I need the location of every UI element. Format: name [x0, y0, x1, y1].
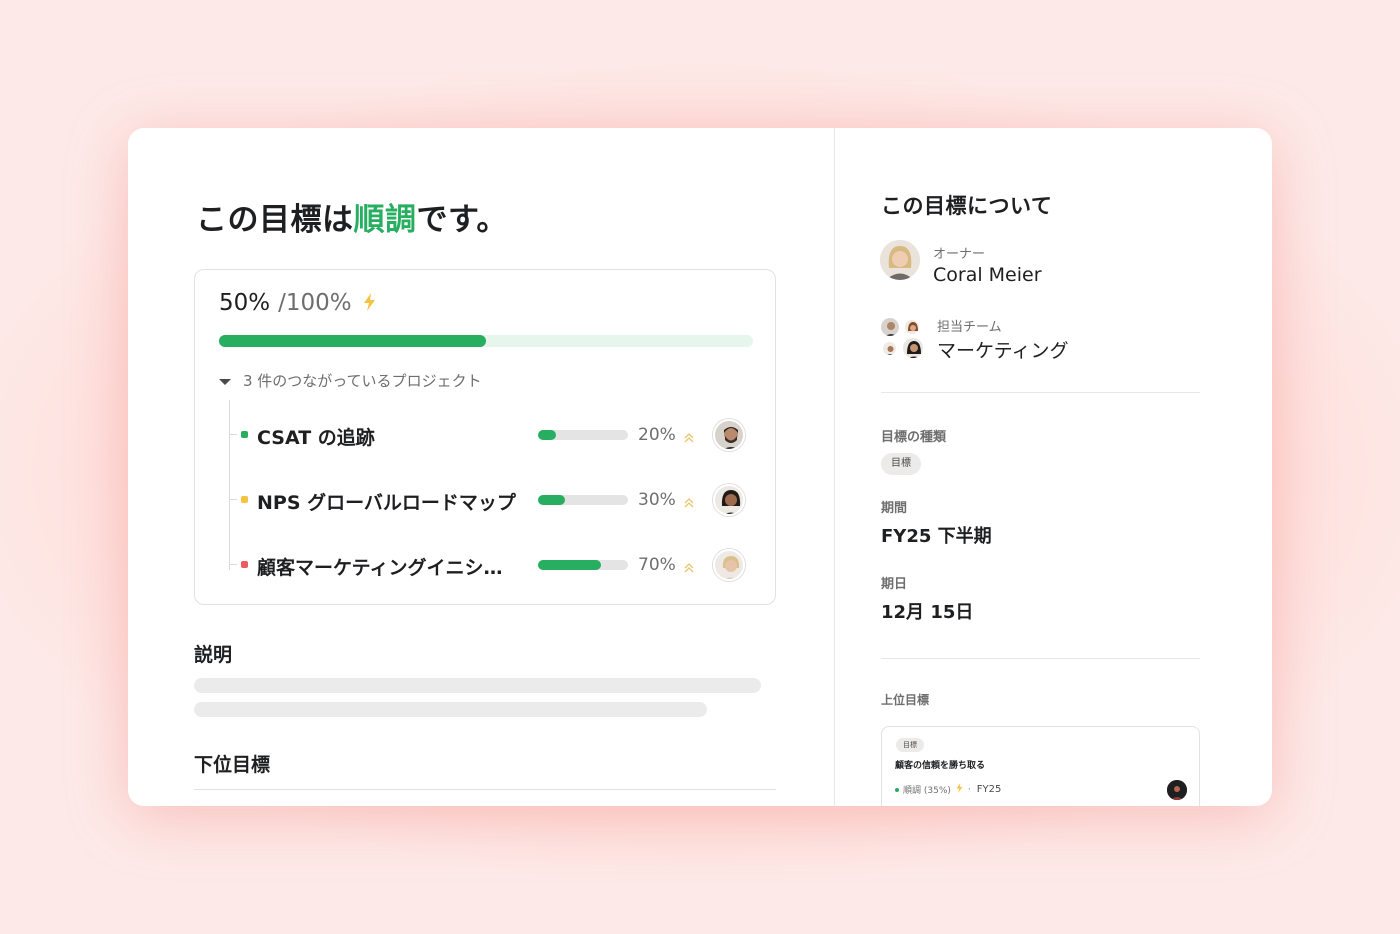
- avatar[interactable]: [713, 484, 745, 516]
- team-avatars[interactable]: [880, 317, 924, 359]
- project-percent: 30%: [638, 490, 676, 510]
- goal-progress-bar: [219, 335, 753, 347]
- project-progress-fill: [538, 560, 601, 570]
- status-dot: [895, 787, 899, 792]
- progress-total: /100%: [278, 290, 352, 316]
- connected-projects-toggle[interactable]: 3 件のつながっているプロジェクト: [219, 370, 482, 391]
- goal-type-chip[interactable]: 目標: [881, 453, 921, 475]
- project-progress-fill: [538, 430, 556, 440]
- lightning-bolt-icon: [956, 783, 963, 796]
- project-name[interactable]: NPS グローバルロードマップ: [257, 488, 516, 515]
- meta-separator: ·: [967, 784, 971, 795]
- sidebar-divider: [881, 392, 1200, 393]
- headline-prefix: この目標は: [196, 202, 354, 238]
- status-dot: [241, 431, 248, 438]
- project-percent: 70%: [638, 555, 676, 575]
- team-name[interactable]: マーケティング: [937, 336, 1068, 363]
- period-value[interactable]: FY25 下半期: [881, 522, 992, 548]
- description-placeholder-line: [194, 678, 761, 693]
- parent-goal-status: 順調 (35%): [903, 786, 951, 796]
- period-label: 期間: [881, 501, 908, 516]
- chevron-up-icon: [684, 428, 694, 447]
- subgoals-heading: 下位目標: [194, 754, 271, 776]
- due-date-label: 期日: [881, 577, 908, 592]
- project-percent: 20%: [638, 425, 676, 445]
- status-dot: [241, 561, 248, 568]
- team-label: 担当チーム: [937, 320, 1002, 335]
- goal-type-label: 目標の種類: [881, 430, 947, 445]
- tree-branch: [229, 499, 237, 500]
- about-heading: この目標について: [881, 194, 1053, 218]
- status-dot: [241, 496, 248, 503]
- subgoals-divider: [194, 789, 776, 790]
- avatar[interactable]: [713, 419, 745, 451]
- page-title: この目標は順調です。: [196, 194, 508, 239]
- project-row[interactable]: CSAT の追跡 20%: [195, 415, 777, 455]
- progress-current: 50%: [219, 290, 271, 316]
- description-placeholder-line: [194, 702, 707, 717]
- owner-label: オーナー: [933, 247, 986, 262]
- owner-avatar[interactable]: [880, 240, 920, 280]
- project-name[interactable]: 顧客マーケティングイニシ…: [257, 553, 502, 580]
- parent-goal-period: FY25: [976, 784, 1002, 795]
- headline-suffix: です。: [416, 202, 508, 238]
- tree-branch: [229, 564, 237, 565]
- project-row[interactable]: NPS グローバルロードマップ 30%: [195, 480, 777, 520]
- due-date-value[interactable]: 12月 15日: [881, 598, 973, 624]
- parent-goal-card[interactable]: 目標 顧客の信頼を勝ち取る 順調 (35%) · FY25: [881, 726, 1200, 806]
- owner-name[interactable]: Coral Meier: [933, 264, 1042, 286]
- avatar[interactable]: [1167, 780, 1187, 800]
- project-progress-bar: [538, 560, 628, 570]
- headline-status: 順調: [353, 202, 417, 238]
- caret-down-icon: [219, 378, 231, 385]
- project-progress-bar: [538, 430, 628, 440]
- project-progress-fill: [538, 495, 565, 505]
- chevron-up-icon: [684, 493, 694, 512]
- progress-panel: 50% /100% 3 件のつながっているプロジェクト CSAT の追跡 20%: [194, 269, 776, 605]
- parent-goal-label: 上位目標: [881, 693, 930, 707]
- avatar: [882, 341, 897, 356]
- avatar[interactable]: [713, 549, 745, 581]
- avatar: [902, 337, 924, 359]
- sidebar-divider: [881, 658, 1200, 659]
- goal-detail-card: この目標は順調です。 50% /100% 3 件のつながっているプロジェクト CS…: [128, 128, 1272, 806]
- tree-branch: [229, 434, 237, 435]
- goal-about-sidebar: この目標について オーナー Coral Meier 担当チーム マーケティング …: [835, 128, 1272, 806]
- progress-readout: 50% /100%: [219, 290, 376, 317]
- project-progress-bar: [538, 495, 628, 505]
- description-heading: 説明: [194, 644, 233, 666]
- lightning-bolt-icon: [363, 291, 376, 317]
- parent-goal-chip: 目標: [896, 738, 924, 752]
- parent-goal-meta: 順調 (35%) · FY25: [895, 783, 1001, 796]
- project-row[interactable]: 顧客マーケティングイニシ… 70%: [195, 545, 777, 585]
- chevron-up-icon: [684, 558, 694, 577]
- avatar: [904, 319, 920, 335]
- parent-goal-name: 顧客の信頼を勝ち取る: [895, 761, 986, 771]
- connected-projects-label: 3 件のつながっているプロジェクト: [243, 372, 482, 390]
- project-name[interactable]: CSAT の追跡: [257, 423, 375, 450]
- goal-main-panel: この目標は順調です。 50% /100% 3 件のつながっているプロジェクト CS…: [128, 128, 834, 806]
- goal-progress-fill: [219, 335, 486, 347]
- avatar: [880, 317, 900, 337]
